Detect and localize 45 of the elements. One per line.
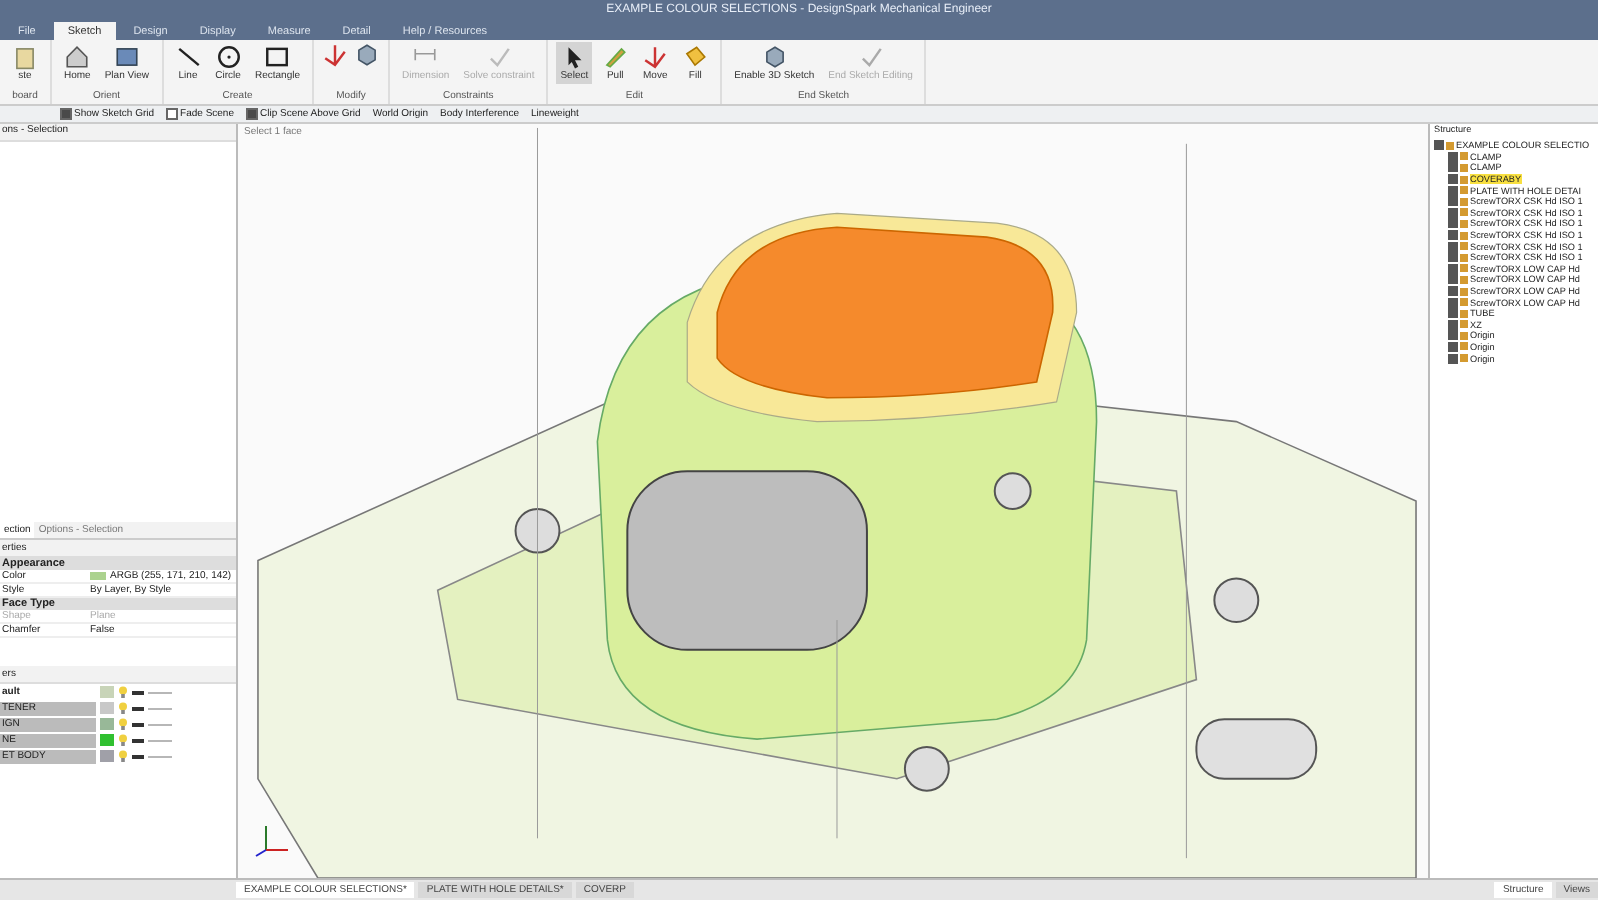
visibility-checkbox[interactable] bbox=[1448, 151, 1458, 162]
layer-color-swatch[interactable] bbox=[100, 718, 114, 730]
layer-color-swatch[interactable] bbox=[100, 702, 114, 714]
checkbox[interactable] bbox=[166, 108, 179, 120]
check-icon bbox=[485, 44, 512, 70]
line-style-icon[interactable] bbox=[132, 753, 176, 759]
layer-color-swatch[interactable] bbox=[100, 734, 114, 746]
visibility-checkbox[interactable] bbox=[1448, 218, 1458, 229]
lightbulb-icon[interactable] bbox=[118, 702, 128, 714]
visibility-checkbox[interactable] bbox=[1448, 353, 1458, 364]
rectangle-icon bbox=[264, 44, 291, 70]
visibility-checkbox[interactable] bbox=[1448, 286, 1458, 297]
visibility-checkbox[interactable] bbox=[1448, 341, 1458, 352]
visibility-checkbox[interactable] bbox=[1448, 319, 1458, 330]
visibility-checkbox[interactable] bbox=[1448, 297, 1458, 308]
tick-icon bbox=[857, 44, 884, 70]
line-icon bbox=[175, 44, 201, 70]
visibility-checkbox[interactable] bbox=[1434, 140, 1444, 151]
visibility-checkbox[interactable] bbox=[1448, 230, 1458, 241]
line-style-icon[interactable] bbox=[132, 737, 176, 743]
visibility-checkbox[interactable] bbox=[1448, 274, 1458, 285]
circle-icon bbox=[215, 44, 241, 70]
visibility-checkbox[interactable] bbox=[1448, 174, 1458, 185]
layer-color-swatch[interactable] bbox=[100, 686, 114, 698]
lightbulb-icon[interactable] bbox=[118, 686, 128, 698]
line-style-icon[interactable] bbox=[132, 705, 176, 711]
visibility-checkbox[interactable] bbox=[1448, 185, 1458, 196]
visibility-checkbox[interactable] bbox=[1448, 263, 1458, 274]
lightbulb-icon[interactable] bbox=[118, 718, 128, 730]
checkbox[interactable] bbox=[246, 108, 258, 120]
checkbox[interactable] bbox=[60, 108, 72, 120]
axis-triad-icon bbox=[254, 822, 290, 858]
visibility-checkbox[interactable] bbox=[1448, 308, 1458, 319]
layer-color-swatch[interactable] bbox=[100, 750, 114, 762]
visibility-checkbox[interactable] bbox=[1448, 207, 1458, 218]
visibility-checkbox[interactable] bbox=[1448, 241, 1458, 252]
visibility-checkbox[interactable] bbox=[1448, 196, 1458, 207]
visibility-checkbox[interactable] bbox=[1448, 252, 1458, 263]
line-style-icon[interactable] bbox=[132, 689, 176, 695]
visibility-checkbox[interactable] bbox=[1448, 330, 1458, 341]
line-style-icon[interactable] bbox=[132, 721, 176, 727]
clipboard-icon bbox=[12, 44, 38, 70]
visibility-checkbox[interactable] bbox=[1448, 162, 1458, 173]
lightbulb-icon[interactable] bbox=[118, 750, 128, 762]
lightbulb-icon[interactable] bbox=[118, 734, 128, 746]
